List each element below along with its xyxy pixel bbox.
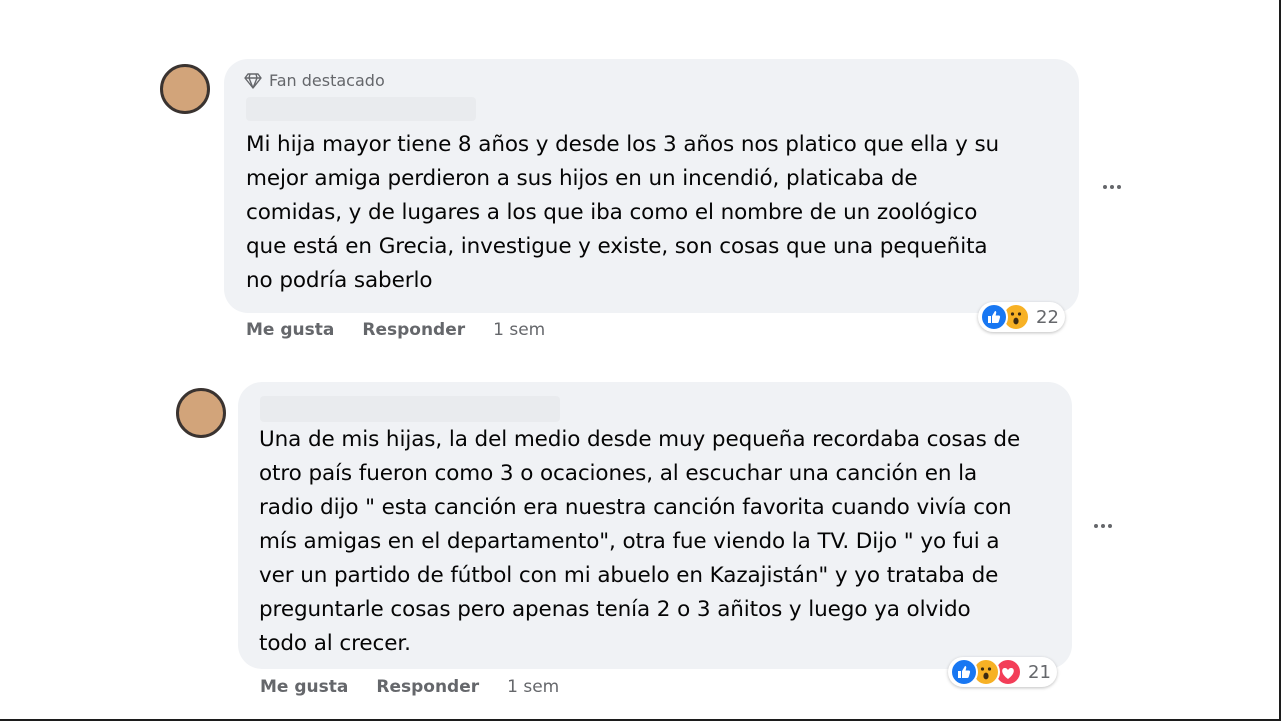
like-button[interactable]: Me gusta bbox=[260, 677, 348, 697]
reply-button[interactable]: Responder bbox=[376, 677, 479, 697]
author-name[interactable] bbox=[246, 97, 476, 121]
avatar[interactable] bbox=[160, 64, 210, 114]
more-dot bbox=[1117, 185, 1121, 189]
reaction-count: 22 bbox=[1036, 306, 1059, 328]
comment-timestamp[interactable]: 1 sem bbox=[507, 677, 559, 697]
more-dot bbox=[1110, 185, 1114, 189]
comment-text: Una de mis hijas, la del medio desde muy… bbox=[259, 427, 1021, 656]
more-dot bbox=[1094, 524, 1098, 528]
like-icon bbox=[980, 303, 1008, 331]
reactions-summary[interactable]: 21 bbox=[948, 657, 1057, 687]
comment-timestamp[interactable]: 1 sem bbox=[493, 320, 545, 340]
more-dot bbox=[1108, 524, 1112, 528]
top-fan-badge: Fan destacado bbox=[244, 71, 385, 90]
more-options-button[interactable] bbox=[1100, 175, 1124, 199]
reply-button[interactable]: Responder bbox=[362, 320, 465, 340]
comment-actions: Me gusta Responder 1 sem bbox=[260, 677, 559, 697]
comment-bubble: Una de mis hijas, la del medio desde muy… bbox=[238, 382, 1072, 669]
author-name[interactable] bbox=[260, 396, 560, 422]
like-button[interactable]: Me gusta bbox=[246, 320, 334, 340]
reactions-summary[interactable]: 22 bbox=[978, 302, 1065, 332]
more-dot bbox=[1101, 524, 1105, 528]
more-dot bbox=[1103, 185, 1107, 189]
diamond-icon bbox=[244, 72, 262, 89]
badge-label: Fan destacado bbox=[269, 71, 385, 90]
reaction-count: 21 bbox=[1028, 661, 1051, 683]
like-icon bbox=[950, 658, 978, 686]
more-options-button[interactable] bbox=[1091, 514, 1115, 538]
comment-bubble: Fan destacado Mi hija mayor tiene 8 años… bbox=[224, 59, 1079, 313]
avatar[interactable] bbox=[176, 388, 226, 438]
comment-text: Mi hija mayor tiene 8 años y desde los 3… bbox=[246, 132, 1000, 293]
comment-actions: Me gusta Responder 1 sem bbox=[246, 320, 545, 340]
